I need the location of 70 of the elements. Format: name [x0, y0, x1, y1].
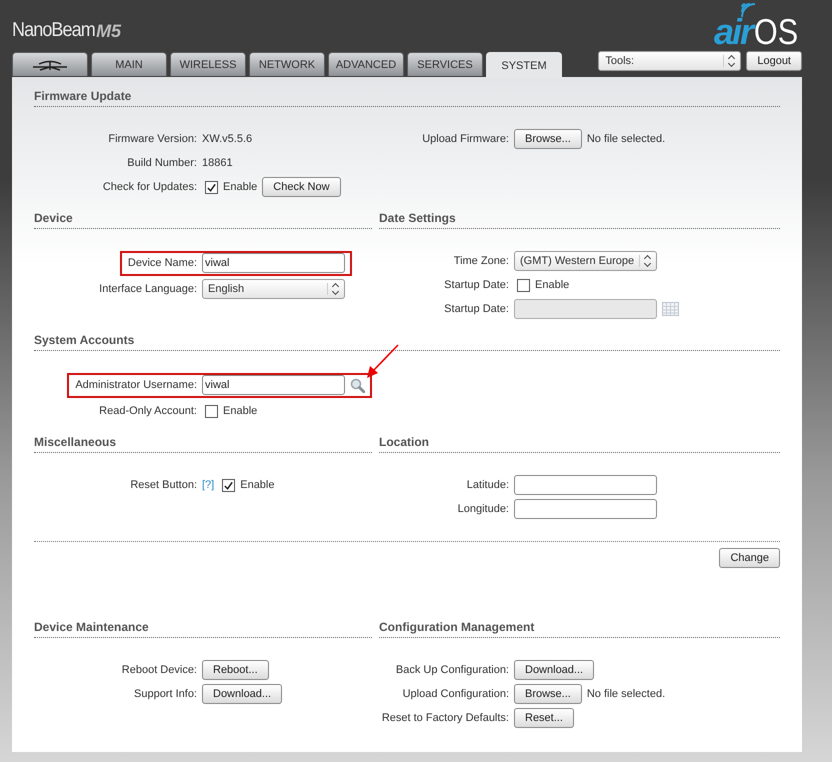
field-label: Startup Date: — [444, 303, 509, 315]
field-value: 18861 — [202, 157, 233, 169]
field-label: Administrator Username: — [75, 379, 197, 391]
field-label: Longitude: — [458, 503, 509, 515]
dropdown[interactable]: English — [202, 279, 345, 299]
calendar-icon — [662, 302, 679, 316]
field-label: Interface Language: — [99, 283, 197, 295]
section-heading: System Accounts — [34, 333, 780, 351]
model-name: M5 — [96, 21, 122, 42]
button[interactable]: Reset... — [514, 708, 574, 728]
input-field[interactable]: viwal — [202, 253, 345, 273]
checkbox-label: Enable — [535, 279, 570, 291]
change-button[interactable]: Change — [719, 548, 780, 568]
field-label: Reboot Device: — [122, 664, 197, 676]
search-icon — [350, 378, 365, 392]
tab[interactable]: ADVANCED — [328, 52, 404, 76]
checkbox-label: Enable — [223, 405, 258, 417]
button[interactable]: Download... — [202, 684, 282, 704]
check-icon — [223, 480, 234, 490]
field-label: Time Zone: — [454, 255, 509, 267]
section-heading: Firmware Update — [34, 89, 780, 107]
tools-dropdown[interactable]: Tools: — [598, 51, 742, 71]
file-status: No file selected. — [586, 133, 666, 145]
field-label: Reset to Factory Defaults: — [382, 712, 509, 724]
section-heading: Miscellaneous — [34, 435, 372, 453]
button[interactable]: Browse... — [514, 129, 582, 149]
field-value: XW.v5.5.6 — [202, 133, 252, 145]
tab[interactable]: SYSTEM — [486, 52, 562, 78]
checkbox-label: Enable — [240, 479, 274, 491]
field-label: Startup Date: — [444, 279, 509, 291]
field-label: Upload Configuration: — [402, 688, 509, 700]
field-label: Reset Button: — [130, 479, 197, 491]
field-label: Back Up Configuration: — [396, 664, 509, 676]
checkbox[interactable] — [517, 278, 530, 292]
checkbox[interactable] — [205, 180, 218, 194]
antenna-tab[interactable] — [12, 52, 88, 76]
field-label: Support Info: — [134, 688, 197, 700]
field-label: Firmware Version: — [108, 133, 197, 145]
input-field[interactable]: viwal — [202, 375, 345, 395]
check-icon — [206, 182, 217, 192]
dropdown[interactable]: (GMT) Western Europe — [514, 251, 657, 271]
checkbox-label: Enable — [223, 181, 258, 193]
field-label: Upload Firmware: — [422, 133, 509, 145]
checkbox[interactable] — [205, 404, 218, 418]
help-link[interactable]: [?] — [202, 479, 214, 491]
button[interactable]: Reboot... — [202, 660, 269, 680]
field-label: Check for Updates: — [102, 181, 197, 193]
section-heading: Device — [34, 211, 372, 229]
tab[interactable]: SERVICES — [407, 52, 483, 76]
input-field[interactable] — [514, 475, 657, 495]
button[interactable]: Browse... — [514, 684, 582, 704]
airos-logo: airOS — [714, 0, 802, 50]
button[interactable]: Download... — [514, 660, 594, 680]
input-field[interactable] — [514, 499, 657, 519]
checkbox[interactable] — [222, 478, 236, 492]
logout-button[interactable]: Logout — [746, 51, 802, 71]
field-label: Device Name: — [128, 257, 197, 269]
tab[interactable]: NETWORK — [249, 52, 325, 76]
section-heading: Date Settings — [379, 211, 780, 229]
section-heading: Location — [379, 435, 780, 453]
section-heading: Configuration Management — [379, 620, 780, 638]
button[interactable]: Check Now — [262, 177, 341, 197]
field-label: Latitude: — [466, 479, 509, 491]
file-status: No file selected. — [586, 688, 666, 700]
tab[interactable]: MAIN — [91, 52, 167, 76]
product-name: NanoBeam — [12, 19, 95, 42]
field-label: Read-Only Account: — [99, 405, 197, 417]
field-label: Build Number: — [127, 157, 197, 169]
section-heading: Device Maintenance — [34, 620, 372, 638]
tab[interactable]: WIRELESS — [170, 52, 246, 76]
